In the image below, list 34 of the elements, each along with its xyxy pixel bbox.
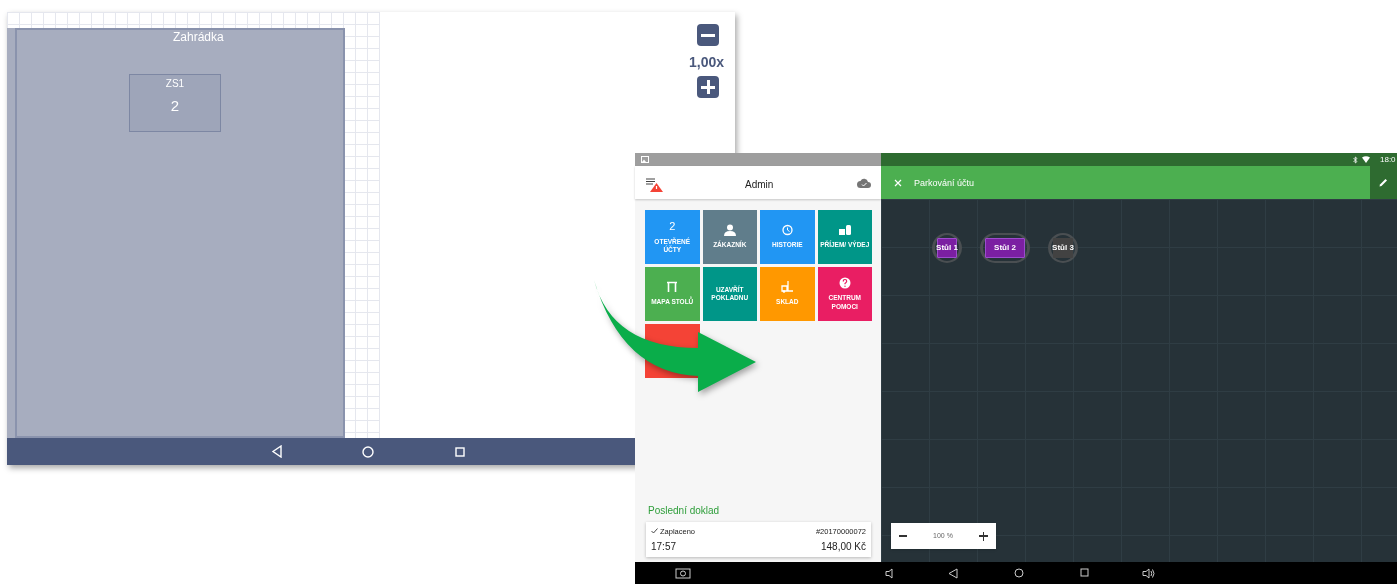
zone-title: Zahrádka <box>173 29 224 46</box>
help-icon <box>838 277 851 290</box>
person-icon <box>723 224 736 237</box>
section-heading: Poslední doklad <box>648 504 720 518</box>
menu-warning-icon[interactable] <box>646 178 664 193</box>
seat-count: 2 <box>170 96 180 116</box>
receipt-time: 17:57 <box>651 540 677 554</box>
volume-up-icon[interactable] <box>1142 568 1155 579</box>
table-name: ZS1 <box>165 77 185 91</box>
forklift-icon <box>781 281 794 294</box>
close-icon[interactable] <box>894 179 902 187</box>
table-icon <box>666 281 679 294</box>
home-icon[interactable] <box>1014 568 1024 578</box>
bluetooth-icon <box>1353 156 1358 164</box>
zoom-out-button[interactable] <box>697 24 719 46</box>
image-icon <box>641 156 649 163</box>
zoom-in-button[interactable] <box>979 531 988 541</box>
back-icon[interactable] <box>948 568 958 579</box>
volume-down-icon[interactable] <box>885 568 895 579</box>
recents-icon[interactable] <box>1080 568 1089 577</box>
receipt-amount: 148,00 Kč <box>820 540 866 554</box>
camera-icon[interactable] <box>675 567 691 579</box>
wifi-icon <box>1362 156 1370 163</box>
table-shape[interactable]: ZS1 2 <box>129 74 221 132</box>
history-icon <box>781 224 794 237</box>
toolbar-title: Parkování účtu <box>914 177 975 190</box>
zoom-level: 1,00x <box>689 53 725 72</box>
cloud-check-icon[interactable] <box>857 178 871 188</box>
coins-icon <box>838 224 851 237</box>
clock: 18:0 <box>1380 154 1396 166</box>
pencil-icon <box>1379 178 1388 187</box>
zoom-in-button[interactable] <box>697 76 719 98</box>
header-title: Admin <box>745 178 774 192</box>
check-icon <box>651 528 658 534</box>
